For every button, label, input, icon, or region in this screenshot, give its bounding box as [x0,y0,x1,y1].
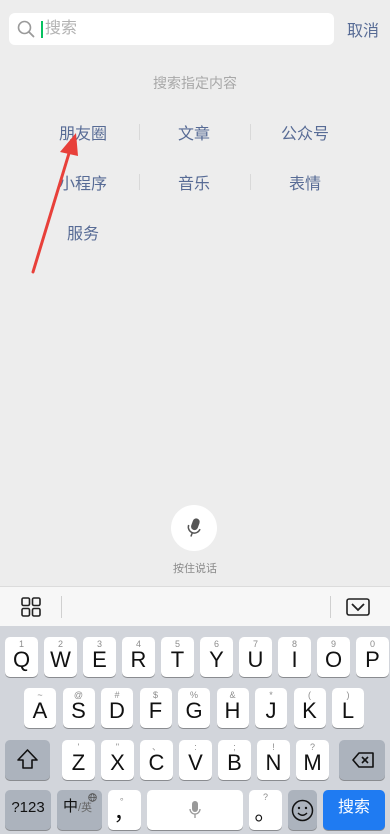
period-key-label: 。 [254,800,277,825]
globe-icon [88,793,97,802]
emoji-icon [291,799,314,822]
space-key[interactable] [147,790,243,830]
key-s[interactable]: @ S [62,688,95,728]
key-l[interactable]: ) L [332,688,364,728]
key-label: K [302,698,317,723]
numbers-key[interactable]: ?123 [5,790,51,830]
key-label: M [303,750,322,775]
language-switch-key[interactable]: 中/英 [57,790,102,830]
key-label: G [185,698,203,723]
key-y[interactable]: 6Y [200,637,233,677]
shift-icon [17,749,38,769]
key-label: I [291,647,298,672]
category-moments[interactable]: 朋友圈 [28,120,138,144]
key-t[interactable]: 5T [161,637,194,677]
key-label: N [265,750,282,775]
key-label: J [265,698,277,723]
microphone-icon [189,801,201,818]
apps-grid-icon[interactable] [21,597,41,617]
category-official-accounts[interactable]: 公众号 [250,120,360,144]
period-key[interactable]: ? 。 [249,790,282,830]
key-label: Q [12,647,31,672]
key-label: Y [209,647,224,672]
key-n[interactable]: ! N [257,740,290,780]
key-label: B [227,750,242,775]
divider [61,596,62,618]
text-cursor [41,21,43,38]
search-bar[interactable] [9,13,334,45]
key-label: F [148,698,163,723]
key-label: P [365,647,380,672]
cancel-button[interactable]: 取消 [342,17,384,41]
language-main-label: 中 [62,798,78,815]
key-p[interactable]: 0P [356,637,389,677]
category-mini-programs[interactable]: 小程序 [28,170,138,194]
key-label: H [224,698,241,723]
key-i[interactable]: 8I [278,637,311,677]
key-o[interactable]: 9O [317,637,350,677]
category-music[interactable]: 音乐 [139,170,249,194]
emoji-key[interactable] [288,790,317,830]
category-grid: 朋友圈 文章 公众号 小程序 音乐 表情 服务 [0,112,390,262]
keyboard-collapse-icon[interactable] [346,598,370,616]
category-row: 小程序 音乐 表情 [0,162,390,212]
category-services[interactable]: 服务 [28,220,138,244]
key-label: W [50,647,71,672]
key-x[interactable]: " X [101,740,134,780]
key-label: Z [71,750,86,775]
key-b[interactable]: ; B [218,740,251,780]
key-r[interactable]: 4R [122,637,155,677]
key-label: C [148,750,165,775]
category-row: 服务 [0,212,390,262]
key-j[interactable]: * J [255,688,287,728]
search-input[interactable] [45,13,325,45]
backspace-icon [352,752,374,768]
search-hint: 搜索指定内容 [153,75,237,91]
key-label: O [324,647,343,672]
microphone-icon [187,518,201,537]
keyboard-toolbar [0,586,390,626]
key-z[interactable]: ' Z [62,740,95,780]
category-articles[interactable]: 文章 [139,120,249,144]
key-f[interactable]: $ F [139,688,172,728]
key-label: X [110,750,125,775]
key-q[interactable]: 1Q [5,637,38,677]
voice-input-label: 按住说话 [173,563,217,575]
keyboard: ?123 中/英 。 ， ? 。 搜索 1Q2W3E4R5T6Y7U8I9 O … [0,626,390,834]
numbers-key-label: ?123 [11,799,45,816]
key-label: L [341,698,355,723]
key-m[interactable]: ? M [296,740,329,780]
search-icon [17,20,35,38]
key-label: V [188,750,203,775]
search-key[interactable]: 搜索 [323,790,385,830]
key-h[interactable]: & H [216,688,249,728]
voice-input-button[interactable] [171,505,217,551]
key-c[interactable]: 、 C [140,740,173,780]
key-a[interactable]: ~ A [24,688,56,728]
key-v[interactable]: :V [179,740,212,780]
key-label: S [71,698,86,723]
key-label: T [170,647,185,672]
divider [330,596,331,618]
key-d[interactable]: # D [101,688,133,728]
key-label: R [130,647,147,672]
key-label: D [109,698,125,723]
language-sub-label: /英 [77,802,93,814]
key-w[interactable]: 2W [44,637,77,677]
search-key-label: 搜索 [337,799,370,816]
category-row: 朋友圈 文章 公众号 [0,112,390,162]
comma-key-label: ， [113,800,136,825]
comma-key[interactable]: 。 ， [108,790,141,830]
key-k[interactable]: (K [293,688,326,728]
backspace-key[interactable] [339,740,385,780]
key-g[interactable]: % G [178,688,210,728]
key-label: E [92,647,107,672]
key-e[interactable]: 3E [83,637,116,677]
shift-key[interactable] [5,740,50,780]
key-label: A [32,698,48,723]
key-u[interactable]: 7U [239,637,272,677]
key-label: U [247,647,264,672]
category-stickers[interactable]: 表情 [250,170,360,194]
